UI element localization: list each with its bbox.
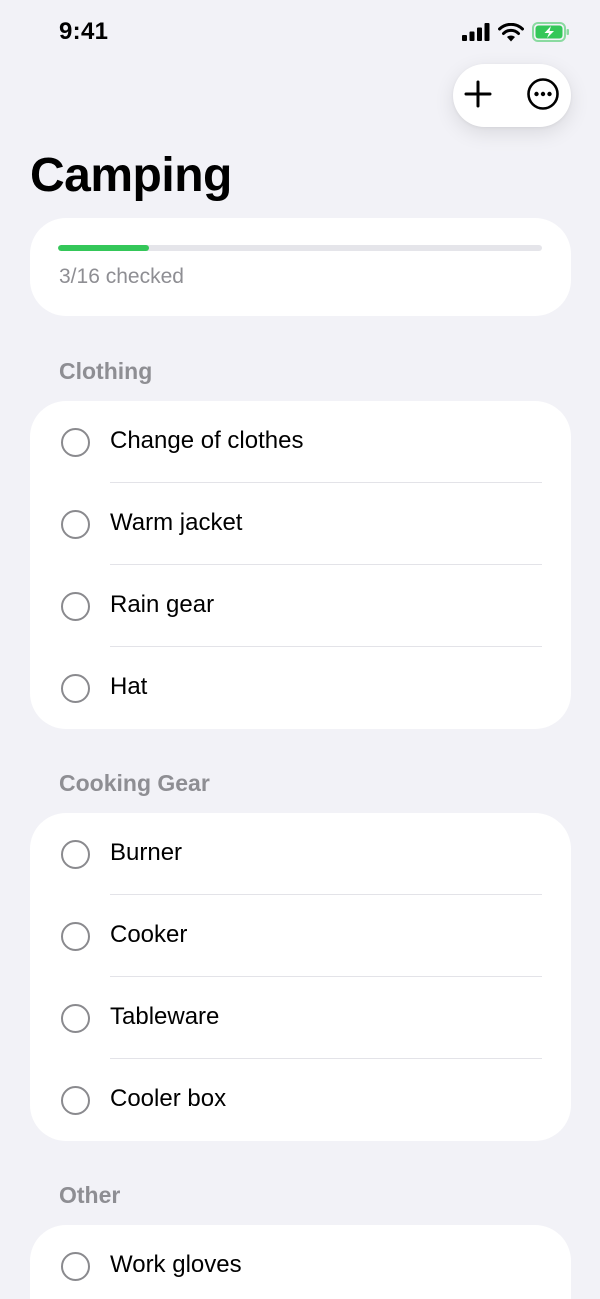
checkbox-circle[interactable] [61, 1004, 90, 1033]
list-item-label: Hat [110, 673, 148, 700]
cellular-signal-icon [462, 23, 490, 41]
wifi-icon [498, 22, 524, 42]
list-item-label: Cooler box [110, 1085, 227, 1112]
section-header-clothing: Clothing [59, 358, 153, 384]
checkbox-circle[interactable] [61, 428, 90, 457]
list-item-label: Change of clothes [110, 427, 304, 454]
plus-icon [463, 79, 493, 114]
section-header-other: Other [59, 1182, 121, 1208]
section-header-cooking-gear: Cooking Gear [59, 770, 210, 796]
checklist-screen: 9:41 Camping 3/16 checked Clothing Chang… [0, 0, 600, 1299]
progress-card: 3/16 checked [30, 218, 571, 316]
list-item-label: Burner [110, 839, 183, 866]
list-item-label: Rain gear [110, 591, 215, 618]
checkbox-circle[interactable] [61, 674, 90, 703]
list-item-label: Cooker [110, 921, 188, 948]
progress-bar-fill [58, 245, 149, 251]
status-time: 9:41 [59, 18, 109, 45]
checkbox-circle[interactable] [61, 1086, 90, 1115]
section-card-clothing: Change of clothes Warm jacket Rain gear … [30, 401, 571, 729]
list-item[interactable]: Burner [30, 813, 571, 895]
toolbar [453, 64, 571, 127]
list-item-label: Tableware [110, 1003, 220, 1030]
list-item[interactable]: Change of clothes [30, 401, 571, 483]
add-button[interactable] [460, 78, 496, 114]
checkbox-circle[interactable] [61, 510, 90, 539]
list-item-label: Work gloves [110, 1251, 242, 1278]
checkbox-circle[interactable] [61, 1252, 90, 1281]
checkbox-circle[interactable] [61, 840, 90, 869]
list-item[interactable]: Warm jacket [30, 483, 571, 565]
progress-text: 3/16 checked [59, 265, 184, 288]
checkbox-circle[interactable] [61, 922, 90, 951]
ellipsis-circle-icon [526, 77, 560, 116]
progress-bar [58, 245, 542, 251]
checkbox-circle[interactable] [61, 592, 90, 621]
list-item[interactable]: Tableware [30, 977, 571, 1059]
section-card-cooking-gear: Burner Cooker Tableware Cooler box [30, 813, 571, 1141]
status-icons [462, 22, 570, 42]
list-item[interactable]: Hat [30, 647, 571, 729]
list-item[interactable]: Cooker [30, 895, 571, 977]
list-item[interactable]: Work gloves [30, 1225, 571, 1299]
more-options-button[interactable] [525, 77, 561, 116]
list-item-label: Warm jacket [110, 509, 243, 536]
section-card-other: Work gloves [30, 1225, 571, 1299]
list-item[interactable]: Rain gear [30, 565, 571, 647]
list-item[interactable]: Cooler box [30, 1059, 571, 1141]
page-title: Camping [30, 149, 232, 202]
battery-charging-icon [532, 22, 570, 42]
status-bar: 9:41 [0, 0, 600, 64]
